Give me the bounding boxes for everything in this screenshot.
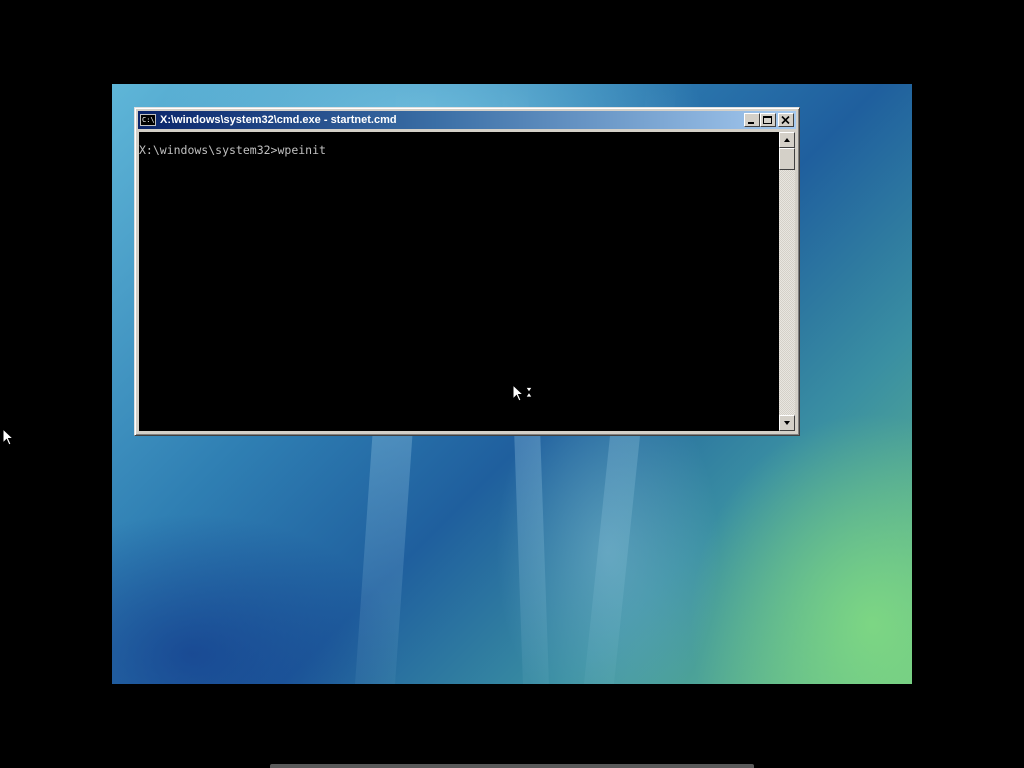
scroll-up-button[interactable] <box>779 132 795 148</box>
vertical-scrollbar[interactable] <box>779 132 795 431</box>
minimize-button[interactable] <box>744 113 760 127</box>
title-bar[interactable]: C:\. X:\windows\system32\cmd.exe - start… <box>138 111 796 129</box>
arrow-pointer-icon <box>2 428 15 446</box>
console-output[interactable]: X:\windows\system32>wpeinit <box>139 132 779 431</box>
close-button[interactable] <box>778 113 794 127</box>
scroll-down-button[interactable] <box>779 415 795 431</box>
caption-buttons <box>744 113 794 127</box>
maximize-icon <box>763 116 772 124</box>
screen-bottom-bar <box>270 764 754 768</box>
window-title: X:\windows\system32\cmd.exe - startnet.c… <box>160 114 397 126</box>
arrow-up-icon <box>784 138 790 142</box>
maximize-button[interactable] <box>760 113 776 127</box>
console-line: X:\windows\system32>wpeinit <box>139 143 326 157</box>
cmd-window[interactable]: C:\. X:\windows\system32\cmd.exe - start… <box>134 107 800 436</box>
cmd-app-icon[interactable]: C:\. <box>140 114 156 126</box>
arrow-down-icon <box>784 421 790 425</box>
screen: C:\. X:\windows\system32\cmd.exe - start… <box>0 0 1024 768</box>
scroll-thumb[interactable] <box>779 148 795 170</box>
minimize-icon <box>748 122 754 124</box>
close-icon <box>781 116 790 125</box>
busy-pointer-icon <box>512 384 533 402</box>
